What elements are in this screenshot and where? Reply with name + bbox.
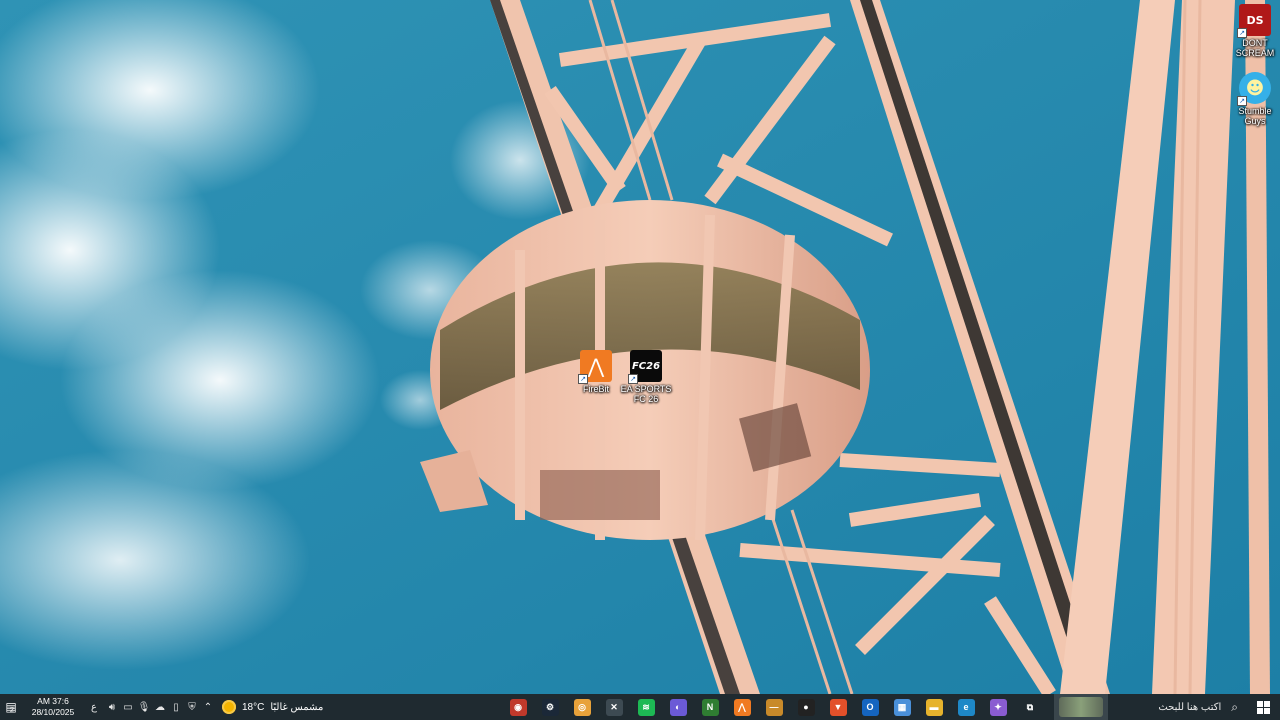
brave-icon: ▼ bbox=[829, 698, 847, 716]
system-tray: ▤ 2 AM 37:6 28/10/2025 ع 🔊︎ ▭ 🎙︎ ☁ ▯ ⛨ ⌃… bbox=[0, 694, 329, 720]
language-label: ع bbox=[91, 701, 97, 713]
nvidia-icon: N bbox=[701, 698, 719, 716]
weather-widget[interactable]: 18°C مشمس غالبًا bbox=[216, 694, 329, 720]
search-highlight-icon bbox=[1059, 697, 1103, 717]
stumble-guys-icon: ☻ ↗ bbox=[1237, 72, 1271, 106]
spotify-icon: ≋ bbox=[637, 698, 655, 716]
taskbar-app-media-player[interactable]: ◉ bbox=[502, 694, 534, 720]
steam-icon: ⚙ bbox=[541, 698, 559, 716]
dont-scream-tile-text: DS bbox=[1246, 13, 1264, 27]
onedrive-icon[interactable]: ☁ bbox=[152, 694, 168, 720]
taskbar-app-brave[interactable]: ▼ bbox=[822, 694, 854, 720]
windows-security-icon[interactable]: ⛨ bbox=[184, 694, 200, 720]
clock-date: 28/10/2025 bbox=[31, 707, 75, 717]
taskbar: ▤ 2 AM 37:6 28/10/2025 ع 🔊︎ ▭ 🎙︎ ☁ ▯ ⛨ ⌃… bbox=[0, 694, 1280, 720]
microphone-icon[interactable]: 🎙︎ bbox=[136, 694, 152, 720]
taskbar-app-amd[interactable]: — bbox=[758, 694, 790, 720]
chromium-icon: ◎ bbox=[573, 698, 591, 716]
input-language-indicator[interactable]: ع bbox=[84, 694, 104, 720]
search-box[interactable]: اكتب هنا للبحث ⌕ bbox=[1108, 694, 1246, 720]
taskbar-app-spotify[interactable]: ≋ bbox=[630, 694, 662, 720]
taskbar-app-nvidia[interactable]: N bbox=[694, 694, 726, 720]
clock-time: AM 37:6 bbox=[37, 696, 69, 706]
taskbar-app-edge[interactable]: e bbox=[950, 694, 982, 720]
fc26-tile-text: FC26 bbox=[631, 360, 661, 372]
desktop-icon-label: EA SPORTS FC 26 bbox=[620, 384, 672, 404]
taskbar-app-excel-like[interactable]: ✕ bbox=[598, 694, 630, 720]
ferris-wheel-wallpaper bbox=[0, 0, 1280, 694]
desktop-icon-label: FireBit bbox=[582, 384, 609, 394]
desktop-wallpaper bbox=[0, 0, 1280, 694]
device-icon[interactable]: ▯ bbox=[168, 694, 184, 720]
amd-icon: — bbox=[765, 698, 783, 716]
shortcut-arrow-icon: ↗ bbox=[1237, 28, 1247, 38]
taskbar-app-task-view[interactable]: ⧉ bbox=[1014, 694, 1046, 720]
windows-logo-icon bbox=[1256, 700, 1270, 714]
discord-icon: ◐ bbox=[669, 698, 687, 716]
search-placeholder: اكتب هنا للبحث bbox=[1158, 701, 1222, 713]
shortcut-arrow-icon: ↗ bbox=[628, 374, 638, 384]
taskbar-right: اكتب هنا للبحث ⌕ bbox=[1054, 694, 1280, 720]
store-icon: ▦ bbox=[893, 698, 911, 716]
desktop-icon-label: Stumble Guys bbox=[1238, 106, 1272, 126]
shortcut-arrow-icon: ↗ bbox=[1237, 96, 1247, 106]
search-icon: ⌕ bbox=[1231, 699, 1238, 714]
start-button[interactable] bbox=[1246, 694, 1280, 720]
taskbar-app-firebit[interactable]: ⋀ bbox=[726, 694, 758, 720]
firebit-icon: ⋀ bbox=[733, 698, 751, 716]
outlook-icon: O bbox=[861, 698, 879, 716]
desktop-icon-dont-scream[interactable]: DS ↗ DONT SCREAM bbox=[1231, 4, 1279, 58]
excel-like-icon: ✕ bbox=[605, 698, 623, 716]
ea-sports-fc-26-icon: FC26 ↗ bbox=[628, 350, 662, 384]
network-icon[interactable]: ▭ bbox=[120, 694, 136, 720]
shortcut-arrow-icon: ↗ bbox=[578, 374, 588, 384]
file-explorer-icon: ▬ bbox=[925, 698, 943, 716]
media-player-icon: ◉ bbox=[509, 698, 527, 716]
desktop-icon-ea-sports-fc-26[interactable]: FC26 ↗ EA SPORTS FC 26 bbox=[620, 350, 672, 404]
taskbar-app-steam[interactable]: ⚙ bbox=[534, 694, 566, 720]
clock[interactable]: AM 37:6 28/10/2025 bbox=[22, 694, 84, 720]
firebit-icon: ⋀ ↗ bbox=[578, 350, 612, 384]
taskbar-app-obs[interactable]: ● bbox=[790, 694, 822, 720]
weather-condition: مشمس غالبًا bbox=[270, 701, 324, 713]
edge-icon: e bbox=[957, 698, 975, 716]
taskbar-app-discord[interactable]: ◐ bbox=[662, 694, 694, 720]
taskbar-app-file-explorer[interactable]: ▬ bbox=[918, 694, 950, 720]
pinned-apps: ◉ ⚙ ◎ ✕ ≋ ◐ N ⋀ — ● ▼ O ▦ ▬ e ✦ ⧉ bbox=[502, 694, 1046, 720]
notification-badge: 2 bbox=[10, 707, 14, 714]
search-highlight-image[interactable] bbox=[1054, 694, 1108, 720]
task-view-icon: ⧉ bbox=[1021, 698, 1039, 716]
taskbar-app-copilot[interactable]: ✦ bbox=[982, 694, 1014, 720]
show-hidden-icons-chevron-icon[interactable]: ⌃ bbox=[200, 694, 216, 720]
desktop-icon-firebit[interactable]: ⋀ ↗ FireBit bbox=[572, 350, 620, 394]
taskbar-app-outlook[interactable]: O bbox=[854, 694, 886, 720]
firebit-tile-text: ⋀ bbox=[587, 354, 605, 378]
sun-icon bbox=[222, 700, 236, 714]
weather-temp: 18°C bbox=[242, 701, 265, 713]
obs-icon: ● bbox=[797, 698, 815, 716]
volume-icon[interactable]: 🔊︎ bbox=[104, 694, 120, 720]
dont-scream-icon: DS ↗ bbox=[1237, 4, 1271, 38]
notification-center-button[interactable]: ▤ 2 bbox=[0, 694, 22, 720]
taskbar-app-store[interactable]: ▦ bbox=[886, 694, 918, 720]
stumble-guys-tile-text: ☻ bbox=[1245, 77, 1265, 99]
desktop-icon-stumble-guys[interactable]: ☻ ↗ Stumble Guys bbox=[1231, 72, 1279, 126]
taskbar-app-chromium[interactable]: ◎ bbox=[566, 694, 598, 720]
copilot-icon: ✦ bbox=[989, 698, 1007, 716]
desktop-icon-label: DONT SCREAM bbox=[1235, 38, 1275, 58]
